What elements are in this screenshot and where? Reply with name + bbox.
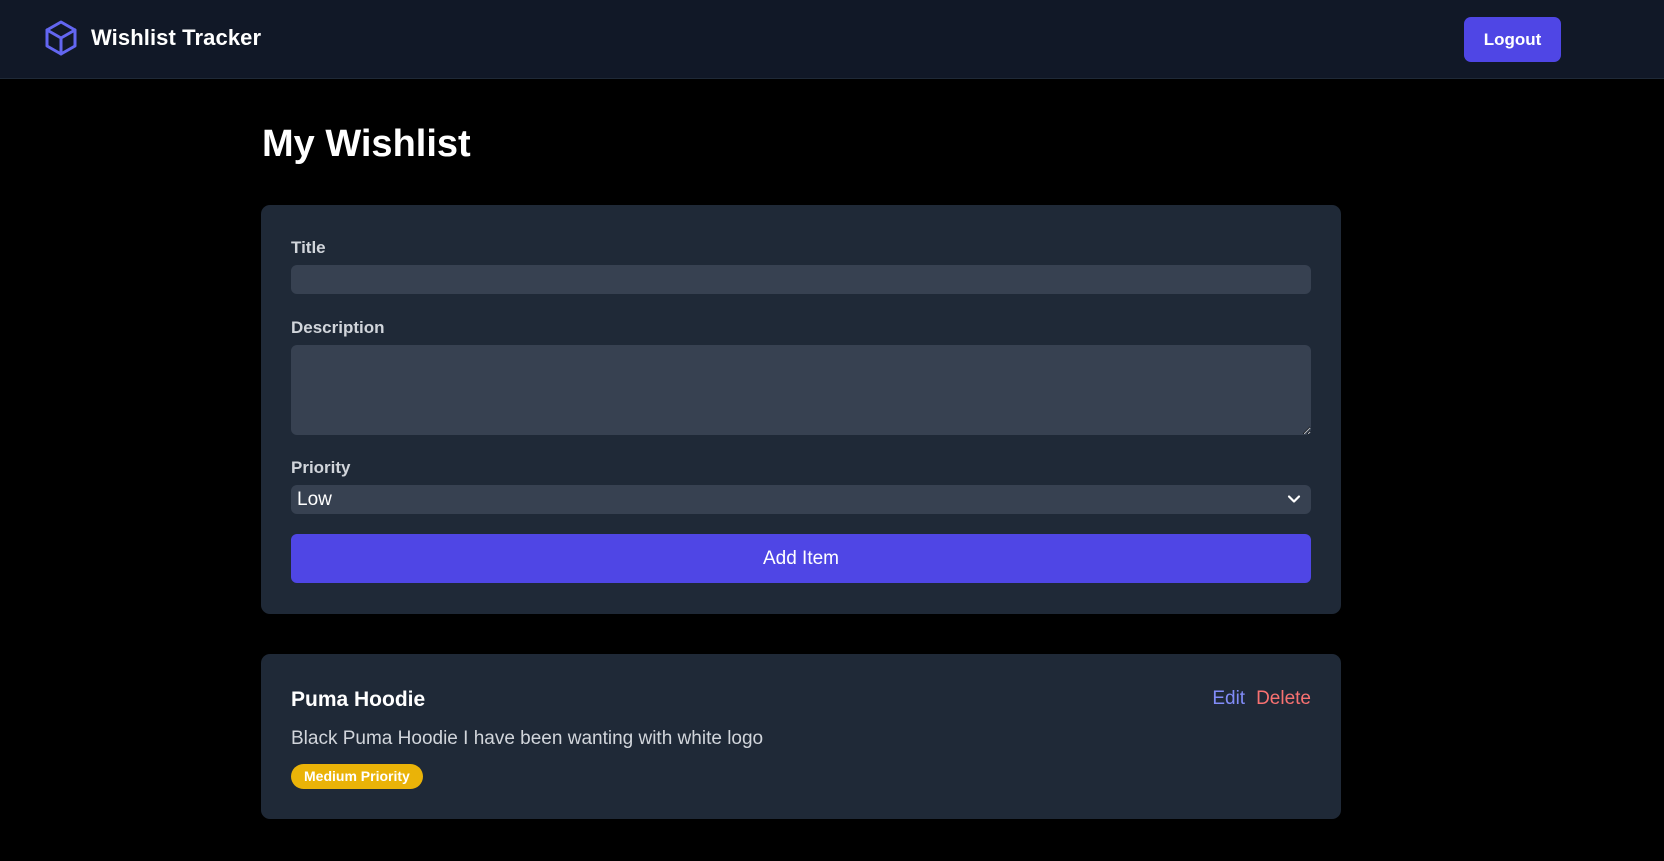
item-actions: Edit Delete bbox=[1212, 688, 1311, 710]
item-description: Black Puma Hoodie I have been wanting wi… bbox=[291, 728, 764, 749]
logout-button[interactable]: Logout bbox=[1464, 17, 1561, 62]
title-input[interactable] bbox=[291, 265, 1311, 294]
wishlist-item: Puma Hoodie Edit Delete Black Puma Hoodi… bbox=[261, 654, 1341, 819]
edit-link[interactable]: Edit bbox=[1212, 688, 1245, 710]
item-title: Puma Hoodie bbox=[291, 688, 426, 711]
chevron-down-icon bbox=[1287, 492, 1301, 506]
cube-icon bbox=[44, 20, 78, 56]
priority-select-value: Low bbox=[297, 489, 332, 510]
navbar: Wishlist Tracker Logout bbox=[0, 0, 1664, 79]
brand[interactable]: Wishlist Tracker bbox=[44, 20, 261, 56]
priority-select[interactable]: Low bbox=[291, 485, 1311, 514]
title-label: Title bbox=[291, 238, 326, 257]
description-textarea[interactable] bbox=[291, 345, 1311, 435]
priority-badge: Medium Priority bbox=[291, 764, 423, 789]
description-label: Description bbox=[291, 318, 385, 337]
page-title: My Wishlist bbox=[262, 123, 471, 165]
delete-link[interactable]: Delete bbox=[1256, 688, 1311, 710]
add-item-button[interactable]: Add Item bbox=[291, 534, 1311, 583]
app-title: Wishlist Tracker bbox=[91, 25, 262, 50]
add-item-form: Title Description Priority Low Add Item bbox=[261, 205, 1341, 614]
priority-label: Priority bbox=[291, 458, 351, 477]
